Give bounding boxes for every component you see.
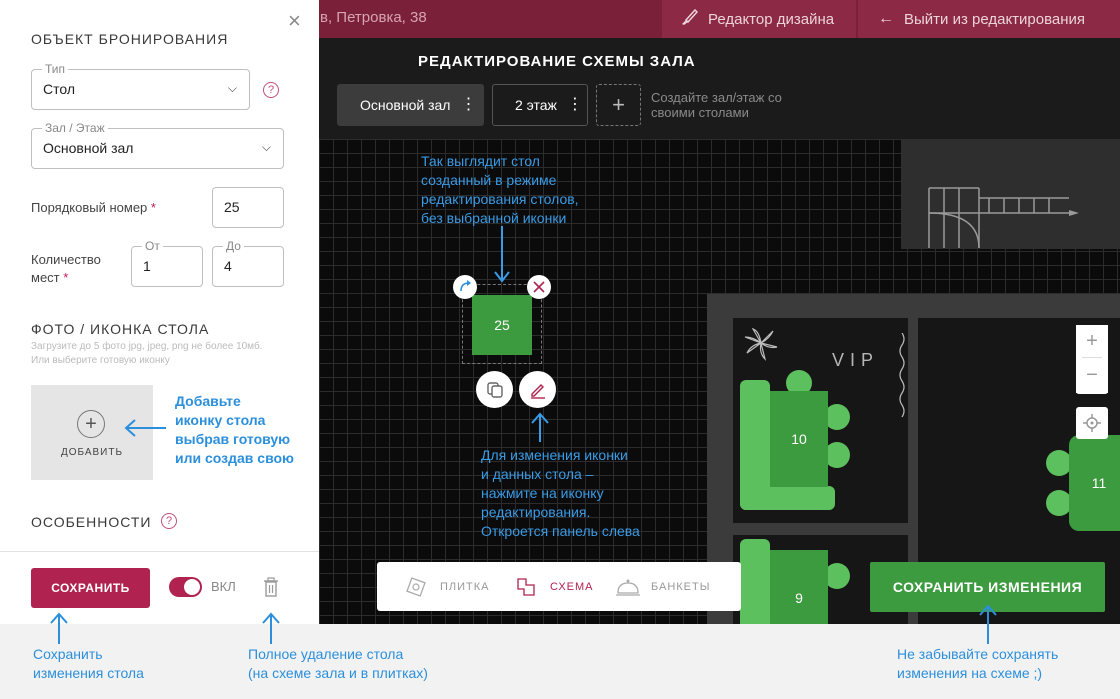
number-input[interactable]: 25 [212,187,284,228]
copy-icon [486,381,503,398]
exit-editing-button[interactable]: ← Выйти из редактирования [858,0,1120,38]
plus-circle-icon: + [77,410,105,438]
close-panel-button[interactable]: × [288,10,301,32]
plus-icon: + [612,92,625,117]
panel-title: ОБЪЕКТ БРОНИРОВАНИЯ [31,31,229,47]
hall-label: Зал / Этаж [42,121,108,135]
object-panel: × ОБЪЕКТ БРОНИРОВАНИЯ Тип Стол ⌵ ? Зал /… [0,0,319,624]
help-icon[interactable]: ? [161,513,177,529]
hall-tab-label: 2 этаж [515,97,557,113]
exit-editing-label: Выйти из редактирования [904,10,1086,28]
seats-to-value: 4 [224,258,232,274]
staircase-icon [919,158,1089,249]
edit-table-button[interactable] [519,371,556,408]
sofa [740,539,770,624]
seats-from-input[interactable]: От 1 [131,239,203,287]
chevron-down-icon: ⌵ [227,81,237,95]
sofa [740,486,835,510]
tiles-icon [406,576,426,597]
table-number: 11 [1091,475,1107,491]
note-table-created: Так выглядит стол созданный в режиме редак… [421,153,579,226]
arrow-up-icon [261,612,281,644]
more-vertical-icon[interactable]: ⋮ [567,97,583,113]
note-delete-table: Полное удаление стола (на схеме зала и в … [248,646,428,681]
seats-to-input[interactable]: До 4 [212,239,284,287]
add-hall-button[interactable]: + [596,84,641,126]
number-value: 25 [224,199,240,215]
design-editor-button[interactable]: Редактор дизайна [662,0,856,38]
enabled-toggle[interactable] [169,577,202,597]
hall-tab-label: Основной зал [360,97,451,113]
seats-label: Количество мест * [31,252,101,285]
close-icon [533,281,545,293]
note-add-icon: Добавьте иконку стола выбрав готовую или со… [175,393,294,466]
save-table-button[interactable]: СОХРАНИТЬ [31,568,150,608]
table-9[interactable]: 9 [770,550,828,624]
table-25[interactable]: 25 [472,295,532,355]
type-label: Тип [42,62,69,76]
mode-tiles[interactable]: ПЛИТКА [404,562,490,611]
table-10[interactable]: 10 [770,391,828,487]
chevron-down-icon: ⌵ [261,140,271,154]
number-label: Порядковый номер * [31,200,156,215]
decor-wave-icon [897,332,907,423]
banquet-icon [616,579,640,596]
note-save-scheme: Не забывайте сохранять изменения на схеме… [897,646,1059,681]
hall-value: Основной зал [43,140,134,156]
brush-icon [680,8,699,30]
features-section-title: ОСОБЕННОСТИ [31,514,152,530]
note-edit-icon: Для изменения иконки и данных стола – нажм… [481,447,640,539]
seats-from-label: От [142,239,163,253]
trash-icon [264,577,278,597]
add-hall-hint: Создайте зал/этаж со своими столами [651,90,782,120]
note-save-table: Сохранить изменения стола [33,646,144,681]
arrow-up-icon [530,412,550,442]
scheme-icon [517,577,535,596]
photo-section-title: ФОТО / ИКОНКА СТОЛА [31,321,210,337]
close-icon: × [288,8,301,33]
help-icon[interactable]: ? [263,82,279,98]
table-number: 25 [494,317,510,333]
view-mode-switcher: ПЛИТКА СХЕМА БАНКЕТЫ [377,562,741,611]
add-photo-label: ДОБАВИТЬ [60,447,124,458]
venue-address: в, Петровка, 38 [320,9,427,26]
table-number: 10 [791,431,807,447]
delete-table-button[interactable] [263,577,279,597]
design-editor-label: Редактор дизайна [708,10,835,28]
rotate-button[interactable] [453,275,477,299]
seats-from-value: 1 [143,258,151,274]
toggle-label: ВКЛ [211,579,236,594]
table-number: 9 [795,590,803,606]
type-select[interactable]: Тип Стол ⌵ [31,62,250,110]
mode-banquets[interactable]: БАНКЕТЫ [615,562,710,611]
more-vertical-icon[interactable]: ⋮ [460,97,476,113]
hall-select[interactable]: Зал / Этаж Основной зал ⌵ [31,121,284,169]
seats-to-label: До [223,239,244,253]
locate-button[interactable] [1076,407,1108,439]
vip-label: VIP [832,350,880,370]
arrow-up-icon [978,604,998,644]
duplicate-table-button[interactable] [476,371,513,408]
page-title: РЕДАКТИРОВАНИЕ СХЕМЫ ЗАЛА [418,53,696,70]
zoom-in-button[interactable]: + [1076,325,1108,357]
crosshair-icon [1083,414,1101,432]
zoom-out-button[interactable]: − [1076,358,1108,393]
pencil-icon [530,383,545,399]
type-value: Стол [43,81,76,97]
table-11[interactable]: 11 [1069,435,1120,531]
arrow-left-icon: ← [878,10,894,27]
hall-tab-main[interactable]: Основной зал ⋮ [337,84,484,126]
toggle-knob [184,579,200,595]
photo-hint: Загрузите до 5 фото jpg, jpeg, png не бо… [31,341,263,366]
arrow-up-icon [49,612,69,644]
rotate-icon [460,280,471,292]
arrow-left-icon [124,418,166,438]
mode-scheme[interactable]: СХЕМА [514,562,594,611]
remove-table-button[interactable] [527,275,551,299]
hall-tab-floor2[interactable]: 2 этаж ⋮ [492,84,588,126]
zoom-controls: + − [1076,325,1108,394]
arrow-down-icon [494,226,510,284]
plant-icon [741,323,781,363]
